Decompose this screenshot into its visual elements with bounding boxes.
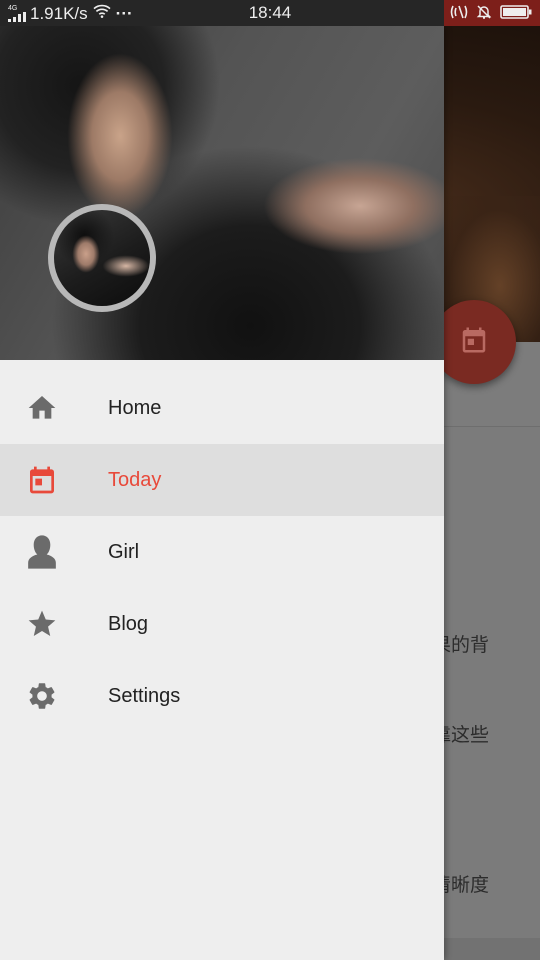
navigation-drawer: Home Today Girl Blog Settings: [0, 26, 444, 960]
menu-item-settings[interactable]: Settings: [0, 660, 444, 732]
battery-icon: [500, 4, 532, 25]
menu-item-home[interactable]: Home: [0, 372, 444, 444]
menu-item-label: Girl: [108, 540, 140, 563]
menu-item-label: Blog: [108, 612, 149, 635]
menu-item-label: Today: [108, 468, 162, 491]
gear-icon: [24, 678, 60, 714]
star-icon: [24, 606, 60, 642]
avatar[interactable]: [48, 204, 156, 312]
mute-icon: [476, 4, 492, 25]
drawer-menu: Home Today Girl Blog Settings: [0, 372, 444, 732]
person-icon: [24, 534, 60, 570]
calendar-icon: [459, 325, 489, 360]
nfc-icon: [450, 4, 468, 25]
home-icon: [24, 390, 60, 426]
menu-item-today[interactable]: Today: [0, 444, 444, 516]
drawer-header-image: [0, 26, 444, 360]
menu-item-label: Settings: [108, 684, 181, 707]
calendar-fab-button[interactable]: [432, 300, 516, 384]
status-bar: 4G 1.91K/s ··· 18:44: [0, 0, 540, 26]
menu-item-blog[interactable]: Blog: [0, 588, 444, 660]
avatar-image: [54, 210, 150, 306]
calendar-icon: [24, 462, 60, 498]
menu-item-label: Home: [108, 396, 162, 419]
menu-item-girl[interactable]: Girl: [0, 516, 444, 588]
